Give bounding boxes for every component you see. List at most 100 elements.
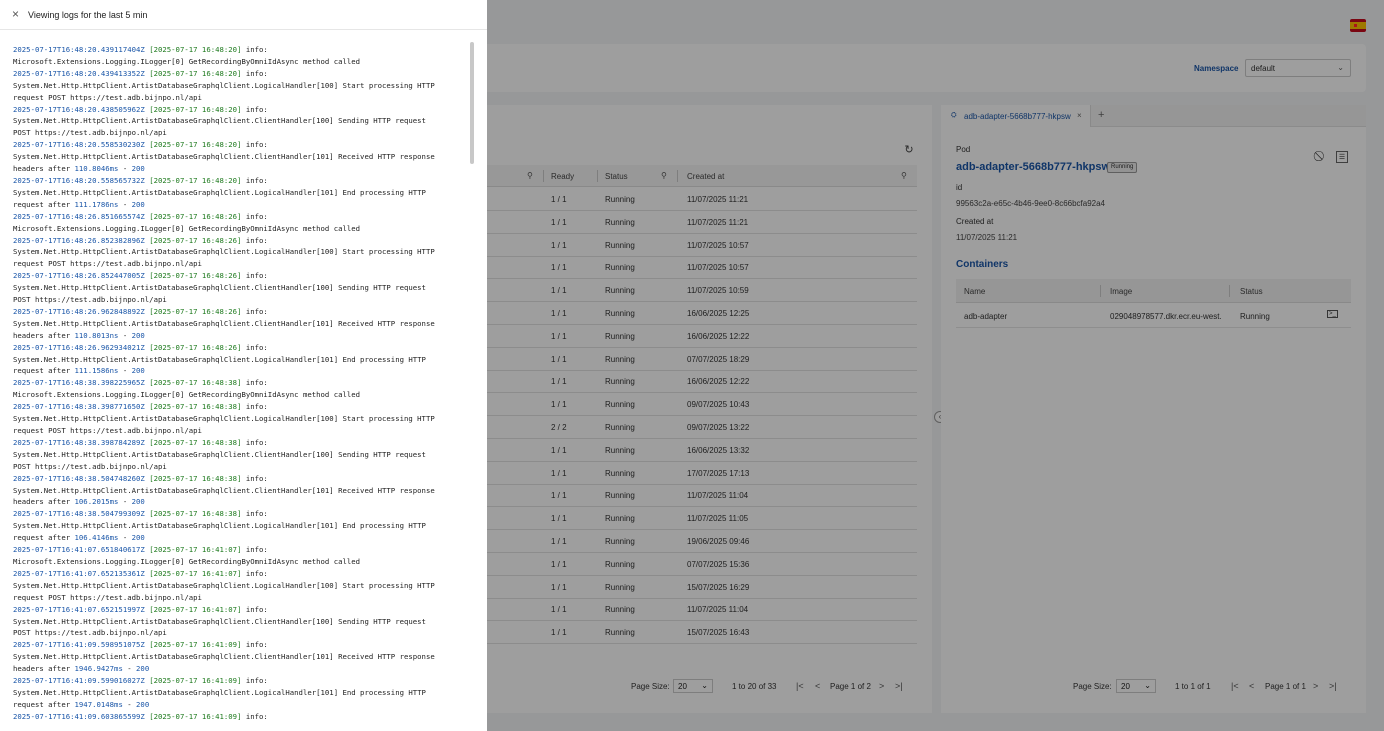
log-br: [2025-07-17 16:48:38]: [149, 473, 242, 483]
log-line: headers after 106.2015ms - 200: [13, 496, 463, 508]
log-ts: 2025-07-17T16:48:38.398784289Z: [13, 437, 145, 447]
log-line: 2025-07-17T16:48:20.558530230Z [2025-07-…: [13, 139, 463, 151]
log-post: -: [118, 366, 132, 376]
log-line: 2025-07-17T16:48:38.398225965Z [2025-07-…: [13, 377, 463, 389]
log-rest: info:: [241, 175, 268, 185]
log-line: System.Net.Http.HttpClient.ArtistDatabas…: [13, 651, 463, 663]
log-line: 2025-07-17T16:41:09.599016027Z [2025-07-…: [13, 675, 463, 687]
log-line: POST https://test.adb.bijnpo.nl/api: [13, 127, 463, 139]
log-rest: info:: [241, 140, 268, 150]
log-num2: 200: [131, 199, 145, 209]
log-br: [2025-07-17 16:48:38]: [149, 509, 242, 519]
log-br: [2025-07-17 16:48:26]: [149, 271, 242, 281]
log-line: System.Net.Http.HttpClient.ArtistDatabas…: [13, 485, 463, 497]
log-line: 2025-07-17T16:48:20.439413352Z [2025-07-…: [13, 68, 463, 80]
log-num2: 200: [131, 366, 145, 376]
log-post: -: [118, 199, 132, 209]
log-text: System.Net.Http.HttpClient.ArtistDatabas…: [13, 414, 435, 424]
log-line: System.Net.Http.HttpClient.ArtistDatabas…: [13, 580, 463, 592]
log-ts: 2025-07-17T16:41:09.603865599Z: [13, 711, 145, 721]
log-line: headers after 110.8013ns - 200: [13, 330, 463, 342]
log-line: request after 1947.0148ms - 200: [13, 699, 463, 711]
scrollbar[interactable]: [470, 42, 474, 164]
log-output[interactable]: 2025-07-17T16:48:20.439117404Z [2025-07-…: [13, 44, 463, 728]
log-br: [2025-07-17 16:48:26]: [149, 306, 242, 316]
log-rest: info:: [241, 45, 268, 54]
log-post: -: [122, 664, 137, 674]
log-line: System.Net.Http.HttpClient.ArtistDatabas…: [13, 115, 463, 127]
log-text: System.Net.Http.HttpClient.ArtistDatabas…: [13, 354, 426, 364]
log-rest: info:: [241, 68, 268, 78]
log-ts: 2025-07-17T16:48:38.398771650Z: [13, 402, 145, 412]
log-rest: info:: [241, 402, 268, 412]
log-line: System.Net.Http.HttpClient.ArtistDatabas…: [13, 354, 463, 366]
log-br: [2025-07-17 16:41:07]: [149, 604, 242, 614]
log-line: System.Net.Http.HttpClient.ArtistDatabas…: [13, 246, 463, 258]
log-rest: info:: [241, 711, 268, 721]
log-line: Microsoft.Extensions.Logging.ILogger[0] …: [13, 56, 463, 68]
drawer-header: × Viewing logs for the last 5 min: [0, 0, 487, 30]
log-line: System.Net.Http.HttpClient.ArtistDatabas…: [13, 187, 463, 199]
log-num: 110.8013ns: [74, 330, 119, 340]
log-text: request POST https://test.adb.bijnpo.nl/…: [13, 592, 202, 602]
log-text: Microsoft.Extensions.Logging.ILogger[0] …: [13, 223, 361, 233]
log-rest: info:: [241, 545, 268, 555]
log-post: -: [118, 533, 132, 543]
log-line: 2025-07-17T16:48:26.962934021Z [2025-07-…: [13, 342, 463, 354]
log-ts: 2025-07-17T16:48:20.438505962Z: [13, 104, 145, 114]
log-line: request after 111.1786ns - 200: [13, 199, 463, 211]
log-ts: 2025-07-17T16:48:26.852382896Z: [13, 235, 145, 245]
log-ts: 2025-07-17T16:48:38.504748260Z: [13, 473, 145, 483]
log-line: 2025-07-17T16:48:20.438505962Z [2025-07-…: [13, 104, 463, 116]
log-br: [2025-07-17 16:48:20]: [149, 68, 242, 78]
log-num2: 200: [131, 533, 145, 543]
log-line: 2025-07-17T16:48:26.851665574Z [2025-07-…: [13, 211, 463, 223]
log-line: System.Net.Http.HttpClient.ArtistDatabas…: [13, 151, 463, 163]
log-line: 2025-07-17T16:48:38.398771650Z [2025-07-…: [13, 401, 463, 413]
log-br: [2025-07-17 16:48:38]: [149, 402, 242, 412]
log-line: request POST https://test.adb.bijnpo.nl/…: [13, 592, 463, 604]
log-line: POST https://test.adb.bijnpo.nl/api: [13, 461, 463, 473]
log-line: 2025-07-17T16:48:26.852382896Z [2025-07-…: [13, 235, 463, 247]
log-num: 1946.9427ms: [74, 664, 123, 674]
log-text: request POST https://test.adb.bijnpo.nl/…: [13, 92, 202, 102]
log-text: Microsoft.Extensions.Logging.ILogger[0] …: [13, 56, 361, 66]
log-pre: headers after: [13, 330, 75, 340]
log-br: [2025-07-17 16:48:20]: [149, 140, 242, 150]
log-ts: 2025-07-17T16:48:20.439117404Z: [13, 45, 145, 54]
log-num: 111.1586ns: [74, 366, 119, 376]
log-text: System.Net.Http.HttpClient.ArtistDatabas…: [13, 116, 426, 126]
log-rest: info:: [241, 235, 268, 245]
log-ts: 2025-07-17T16:41:07.651840617Z: [13, 545, 145, 555]
log-num2: 200: [131, 497, 145, 507]
log-ts: 2025-07-17T16:48:26.962848892Z: [13, 306, 145, 316]
log-ts: 2025-07-17T16:48:20.439413352Z: [13, 68, 145, 78]
log-line: System.Net.Http.HttpClient.ArtistDatabas…: [13, 520, 463, 532]
log-pre: headers after: [13, 664, 75, 674]
log-br: [2025-07-17 16:48:20]: [149, 45, 242, 54]
log-line: 2025-07-17T16:48:38.504748260Z [2025-07-…: [13, 473, 463, 485]
log-ts: 2025-07-17T16:48:20.558565732Z: [13, 175, 145, 185]
log-br: [2025-07-17 16:48:20]: [149, 104, 242, 114]
log-line: request after 111.1586ns - 200: [13, 365, 463, 377]
log-line: 2025-07-17T16:48:20.439117404Z [2025-07-…: [13, 44, 463, 56]
log-line: System.Net.Http.HttpClient.ArtistDatabas…: [13, 80, 463, 92]
log-line: 2025-07-17T16:41:07.652135361Z [2025-07-…: [13, 568, 463, 580]
log-num: 1947.0148ms: [74, 699, 123, 709]
log-rest: info:: [241, 604, 268, 614]
log-pre: request after: [13, 533, 75, 543]
log-line: POST https://test.adb.bijnpo.nl/api: [13, 627, 463, 639]
log-rest: info:: [241, 640, 268, 650]
close-icon[interactable]: ×: [12, 8, 19, 20]
log-line: System.Net.Http.HttpClient.ArtistDatabas…: [13, 318, 463, 330]
log-rest: info:: [241, 509, 268, 519]
log-line: request POST https://test.adb.bijnpo.nl/…: [13, 258, 463, 270]
log-num: 106.2015ms: [74, 497, 119, 507]
log-num: 106.4146ms: [74, 533, 119, 543]
log-text: Microsoft.Extensions.Logging.ILogger[0] …: [13, 390, 361, 400]
log-ts: 2025-07-17T16:41:09.598951075Z: [13, 640, 145, 650]
log-text: System.Net.Http.HttpClient.ArtistDatabas…: [13, 616, 426, 626]
log-ts: 2025-07-17T16:48:26.962934021Z: [13, 342, 145, 352]
log-br: [2025-07-17 16:48:38]: [149, 437, 242, 447]
log-ts: 2025-07-17T16:48:20.558530230Z: [13, 140, 145, 150]
